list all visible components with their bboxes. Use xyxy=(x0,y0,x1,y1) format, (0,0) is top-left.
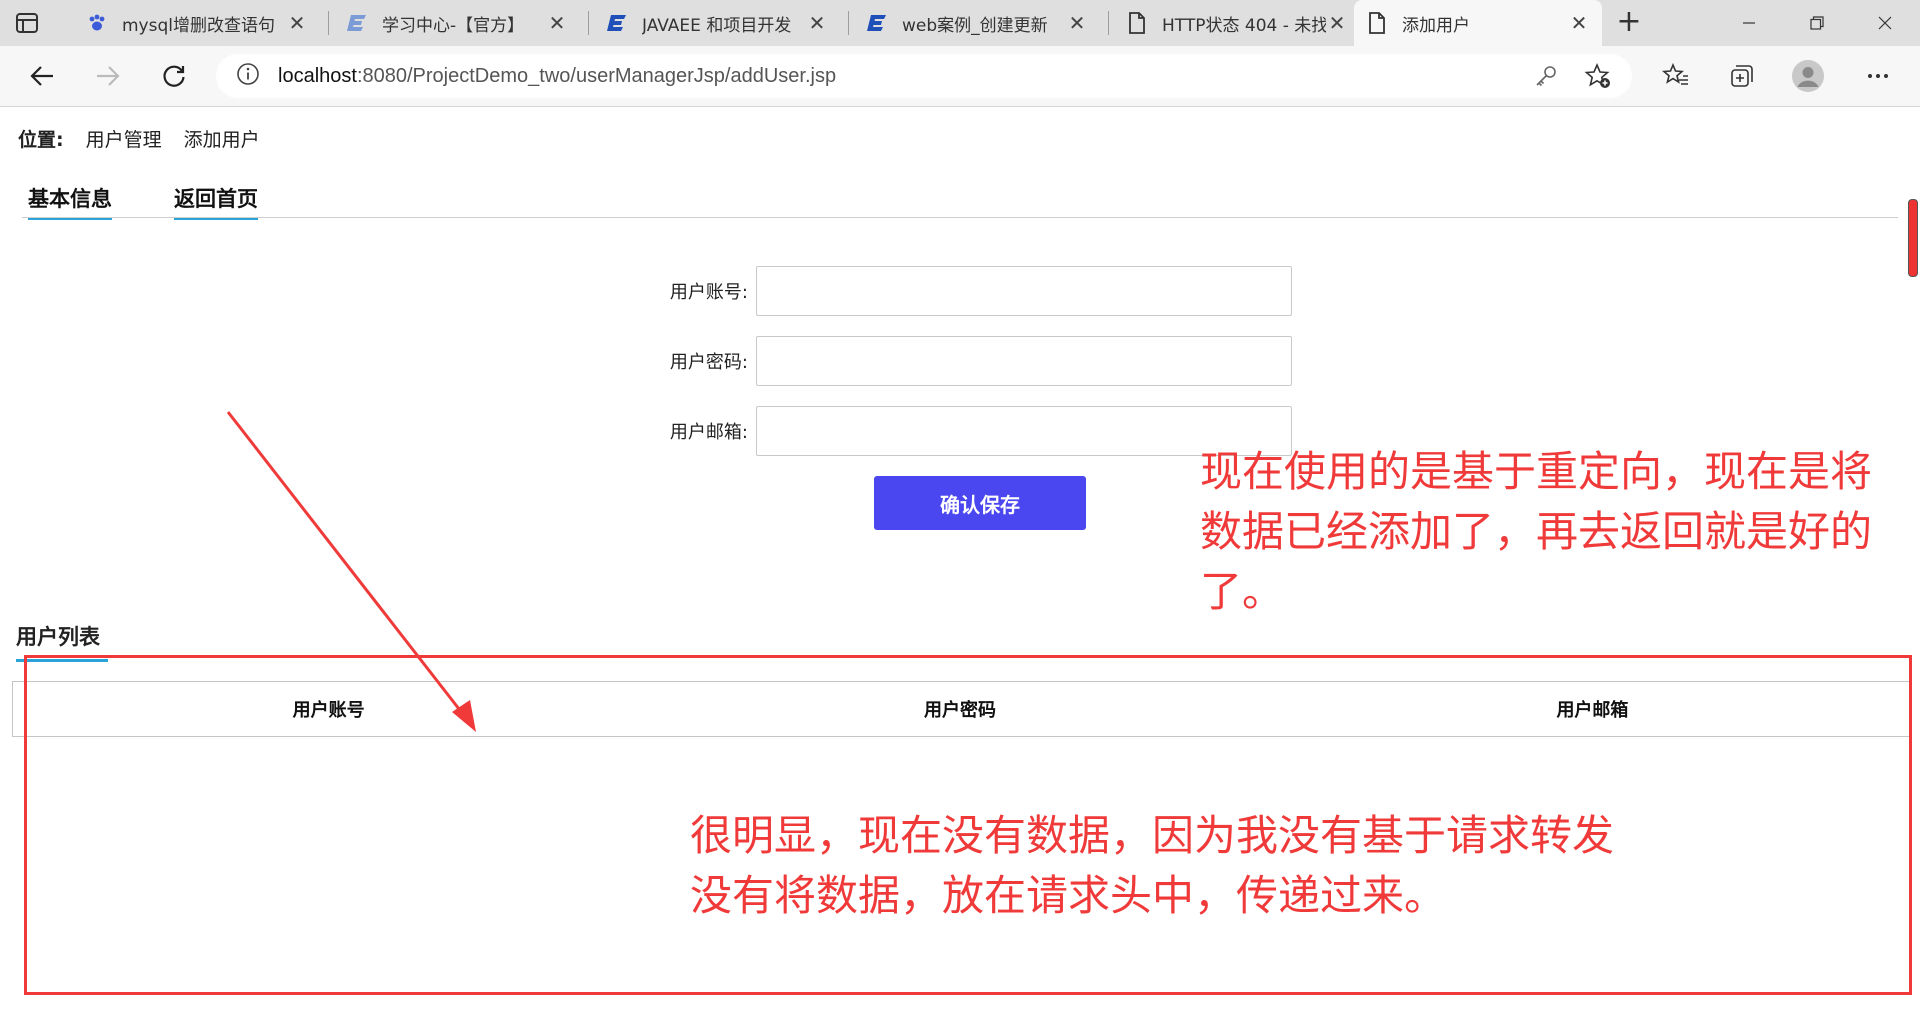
password-label: 用户密码: xyxy=(669,352,748,373)
close-icon[interactable]: ✕ xyxy=(1568,11,1590,35)
tab-title: HTTP状态 404 - 未找 xyxy=(1162,15,1326,36)
tab-actions-icon[interactable] xyxy=(14,10,40,36)
breadcrumb-label: 位置: xyxy=(18,129,64,151)
add-favorite-icon[interactable] xyxy=(1584,62,1612,94)
annotation-line: 很明显，现在没有数据，因为我没有基于请求转发 xyxy=(690,811,1615,860)
browser-tab[interactable]: 学习中心-【官方】 ✕ xyxy=(334,0,580,46)
browser-tab-active[interactable]: 添加用户 ✕ xyxy=(1354,0,1602,46)
breadcrumb-item[interactable]: 添加用户 xyxy=(184,125,260,152)
page-icon xyxy=(1366,12,1388,34)
form-tabs: 基本信息 返回首页 xyxy=(28,183,258,220)
close-icon[interactable]: ✕ xyxy=(286,11,308,35)
key-icon[interactable] xyxy=(1534,64,1558,92)
annotation-note-no-data: 很明显，现在没有数据，因为我没有基于请求转发 没有将数据，放在请求头中，传递过来… xyxy=(690,806,1690,926)
browser-toolbar: localhost:8080/ProjectDemo_two/userManag… xyxy=(0,46,1920,107)
account-input[interactable] xyxy=(756,266,1292,316)
account-label: 用户账号: xyxy=(669,282,748,303)
tab-title: mysql增删改查语句 xyxy=(122,15,275,36)
paw-icon xyxy=(86,12,108,34)
restore-button[interactable] xyxy=(1784,0,1850,46)
page-icon xyxy=(1126,12,1148,34)
email-label: 用户邮箱: xyxy=(669,422,748,443)
new-tab-button[interactable]: + xyxy=(1614,7,1644,38)
url-text: localhost:8080/ProjectDemo_two/userManag… xyxy=(278,64,837,87)
account-row: 用户账号: xyxy=(664,266,1292,316)
site-e-icon xyxy=(346,12,368,34)
tab-separator xyxy=(1108,11,1109,35)
forward-button[interactable] xyxy=(92,60,124,92)
back-button[interactable] xyxy=(26,60,58,92)
email-row: 用户邮箱: xyxy=(664,406,1292,456)
browser-tab[interactable]: JAVAEE 和项目开发 ✕ xyxy=(594,0,840,46)
more-menu-icon[interactable] xyxy=(1862,60,1894,92)
password-input[interactable] xyxy=(756,336,1292,386)
tab-return-home[interactable]: 返回首页 xyxy=(174,183,258,220)
address-bar[interactable]: localhost:8080/ProjectDemo_two/userManag… xyxy=(216,54,1632,98)
site-e-icon xyxy=(866,12,888,34)
favorites-icon[interactable] xyxy=(1660,60,1692,92)
browser-tab[interactable]: web案例_创建更新 ✕ xyxy=(854,0,1100,46)
tab-separator xyxy=(328,11,329,35)
tab-strip: mysql增删改查语句 ✕ 学习中心-【官方】 ✕ JAVAEE 和项目开发 ✕… xyxy=(0,0,1920,46)
close-icon[interactable]: ✕ xyxy=(806,11,828,35)
tab-title: JAVAEE 和项目开发 xyxy=(642,15,792,36)
minimize-button[interactable] xyxy=(1716,0,1782,46)
breadcrumb: 位置: 用户管理 添加用户 xyxy=(18,125,260,152)
tab-title: 添加用户 xyxy=(1402,15,1470,36)
password-row: 用户密码: xyxy=(664,336,1292,386)
close-icon[interactable]: ✕ xyxy=(1326,11,1348,35)
refresh-button[interactable] xyxy=(158,60,190,92)
info-icon[interactable] xyxy=(236,62,260,90)
scrollbar-thumb[interactable] xyxy=(1908,199,1918,277)
browser-tab[interactable]: mysql增删改查语句 ✕ xyxy=(74,0,320,46)
close-icon[interactable]: ✕ xyxy=(1066,11,1088,35)
divider xyxy=(22,217,1898,218)
tab-title: web案例_创建更新 xyxy=(902,15,1048,36)
annotation-note-redirect: 现在使用的是基于重定向，现在是将数据已经添加了，再去返回就是好的了。 xyxy=(1200,447,1873,616)
breadcrumb-item[interactable]: 用户管理 xyxy=(86,125,162,152)
annotation-line: 没有将数据，放在请求头中，传递过来。 xyxy=(690,871,1447,920)
tab-basic-info[interactable]: 基本信息 xyxy=(28,183,112,220)
avatar[interactable] xyxy=(1792,60,1824,92)
browser-tab[interactable]: HTTP状态 404 - 未找 ✕ xyxy=(1114,0,1360,46)
collections-icon[interactable] xyxy=(1726,60,1758,92)
tab-separator xyxy=(588,11,589,35)
site-e-icon xyxy=(606,12,628,34)
close-icon[interactable]: ✕ xyxy=(546,11,568,35)
close-window-button[interactable] xyxy=(1852,0,1918,46)
tab-title: 学习中心-【官方】 xyxy=(382,15,525,36)
save-button[interactable]: 确认保存 xyxy=(874,476,1086,530)
tab-separator xyxy=(848,11,849,35)
